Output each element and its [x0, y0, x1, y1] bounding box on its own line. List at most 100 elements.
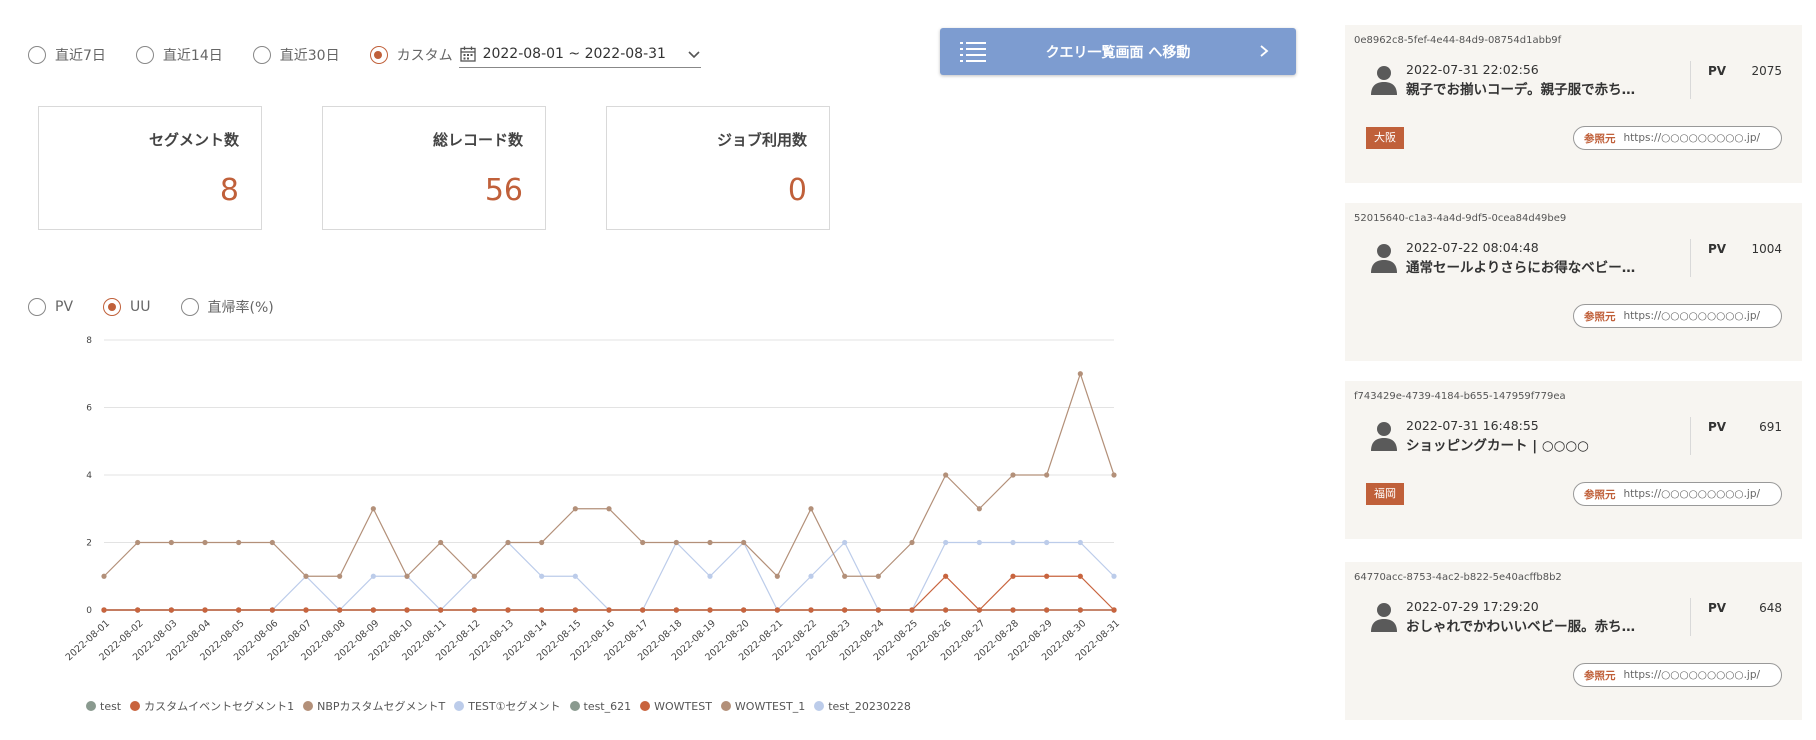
- pv-card[interactable]: f743429e-4739-4184-b655-147959f779ea 202…: [1345, 381, 1802, 539]
- user-icon: [1371, 66, 1397, 95]
- data-point: [909, 539, 915, 546]
- legend-item[interactable]: WOWTEST_1: [720, 700, 805, 713]
- data-point: [1010, 539, 1016, 546]
- metric-radio-bounce[interactable]: 直帰率(%): [180, 297, 274, 317]
- radio-circle[interactable]: [180, 298, 199, 316]
- radio-circle[interactable]: [28, 46, 46, 64]
- data-point: [842, 607, 848, 613]
- pv-card[interactable]: 52015640-c1a3-4a4d-9df5-0cea84d49be9 202…: [1345, 203, 1802, 361]
- period-radio-14days[interactable]: 直近14日: [135, 45, 223, 65]
- data-point: [606, 607, 612, 613]
- metric-radio-pv[interactable]: PV: [28, 298, 73, 316]
- data-point: [337, 573, 343, 579]
- stat-value: 0: [787, 173, 807, 208]
- data-point: [1044, 472, 1050, 478]
- data-point: [438, 607, 444, 613]
- region-badge: 大阪: [1366, 127, 1404, 149]
- radio-circle[interactable]: [103, 298, 122, 316]
- legend-label: TEST①セグメント: [468, 700, 561, 713]
- data-point: [1077, 573, 1083, 579]
- data-point: [909, 607, 915, 613]
- period-radio-custom[interactable]: カスタム: [369, 45, 453, 65]
- period-radio-30days[interactable]: 直近30日: [252, 45, 340, 65]
- card-datetime: 2022-07-29 17:29:20: [1406, 599, 1539, 614]
- data-point: [404, 607, 410, 613]
- data-point: [303, 607, 309, 613]
- data-point: [101, 607, 107, 613]
- user-icon: [1371, 244, 1397, 273]
- date-range-picker[interactable]: 2022-08-01 ~ 2022-08-31: [458, 42, 701, 68]
- radio-circle[interactable]: [369, 46, 388, 64]
- legend-item[interactable]: test_20230228: [814, 700, 911, 713]
- legend-label: test: [100, 699, 122, 713]
- data-point: [875, 607, 881, 613]
- radio-circle[interactable]: [252, 46, 271, 64]
- stat-label: ジョブ利用数: [716, 131, 807, 149]
- legend-swatch: [130, 701, 141, 711]
- referrer-url: https://○○○○○○○○○.jp/: [1623, 132, 1761, 144]
- referrer-pill[interactable]: 参照元 https://○○○○○○○○○.jp/: [1573, 663, 1782, 687]
- data-point: [774, 573, 780, 579]
- radio-circle[interactable]: [135, 46, 154, 64]
- legend-item[interactable]: WOWTEST: [640, 700, 712, 713]
- series-line: [104, 575, 1115, 611]
- legend-item[interactable]: TEST①セグメント: [454, 698, 561, 714]
- y-tick-label: 0: [86, 606, 92, 616]
- pv-card[interactable]: 0e8962c8-5fef-4e44-84d9-08754d1abb9f 202…: [1345, 25, 1802, 183]
- date-range-value: 2022-08-01 ~ 2022-08-31: [482, 45, 666, 62]
- data-point: [572, 607, 578, 613]
- pv-card[interactable]: 64770acc-8753-4ac2-b822-5e40acffb8b2 202…: [1345, 562, 1802, 720]
- legend-label: カスタムイベントセグメント1: [144, 700, 295, 713]
- data-point: [505, 539, 511, 546]
- legend-item[interactable]: test: [86, 700, 121, 713]
- metric-radio-uu[interactable]: UU: [103, 298, 151, 316]
- legend-swatch: [454, 701, 465, 711]
- data-point: [1077, 371, 1083, 377]
- data-point: [1010, 573, 1016, 579]
- legend-label: WOWTEST: [654, 699, 712, 713]
- data-point: [640, 539, 646, 546]
- data-point: [842, 539, 848, 546]
- data-point: [1044, 607, 1050, 613]
- chart-legend: test カスタムイベントセグメント1 NBPカスタムセグメントT TEST①セ…: [86, 698, 920, 714]
- referrer-label: 参照元: [1584, 488, 1616, 501]
- data-point: [943, 573, 949, 579]
- legend-swatch: [640, 701, 651, 711]
- referrer-label: 参照元: [1584, 310, 1616, 323]
- radio-circle[interactable]: [28, 298, 46, 316]
- y-tick-label: 4: [86, 471, 92, 481]
- data-point: [539, 607, 545, 613]
- pv-value: 691: [1759, 420, 1782, 434]
- card-title[interactable]: 親子でお揃いコーデ。親子服で赤ち…: [1406, 78, 1635, 98]
- y-tick-label: 2: [86, 539, 92, 549]
- data-point: [1077, 607, 1083, 613]
- referrer-pill[interactable]: 参照元 https://○○○○○○○○○.jp/: [1573, 482, 1782, 506]
- period-radio-label: カスタム: [396, 48, 453, 64]
- legend-item[interactable]: カスタムイベントセグメント1: [130, 698, 294, 714]
- referrer-url: https://○○○○○○○○○.jp/: [1623, 488, 1761, 500]
- data-point: [808, 506, 814, 512]
- card-title[interactable]: 通常セールよりさらにお得なベビー…: [1406, 256, 1635, 276]
- data-point: [539, 573, 545, 579]
- period-radio-label: 直近14日: [162, 48, 223, 64]
- data-point: [370, 607, 376, 613]
- data-point: [1044, 539, 1050, 546]
- stat-card-segments: セグメント数 8: [38, 106, 262, 230]
- period-radio-7days[interactable]: 直近7日: [28, 45, 106, 65]
- card-title[interactable]: おしゃれでかわいいベビー服。赤ち…: [1406, 615, 1635, 635]
- card-title[interactable]: ショッピングカート | ○○○○: [1406, 434, 1589, 454]
- referrer-pill[interactable]: 参照元 https://○○○○○○○○○.jp/: [1573, 304, 1782, 328]
- legend-swatch: [569, 701, 580, 711]
- data-point: [572, 573, 578, 579]
- query-list-button[interactable]: クエリ一覧画面 へ移動: [940, 28, 1296, 75]
- legend-item[interactable]: test_621: [569, 700, 631, 713]
- legend-item[interactable]: NBPカスタムセグメントT: [303, 698, 445, 714]
- pv-label: PV: [1708, 242, 1727, 256]
- divider: [1690, 417, 1691, 455]
- legend-swatch: [720, 701, 731, 711]
- data-point: [707, 607, 713, 613]
- data-point: [976, 506, 982, 512]
- referrer-pill[interactable]: 参照元 https://○○○○○○○○○.jp/: [1573, 126, 1782, 150]
- data-point: [1111, 607, 1117, 613]
- data-point: [1044, 573, 1050, 579]
